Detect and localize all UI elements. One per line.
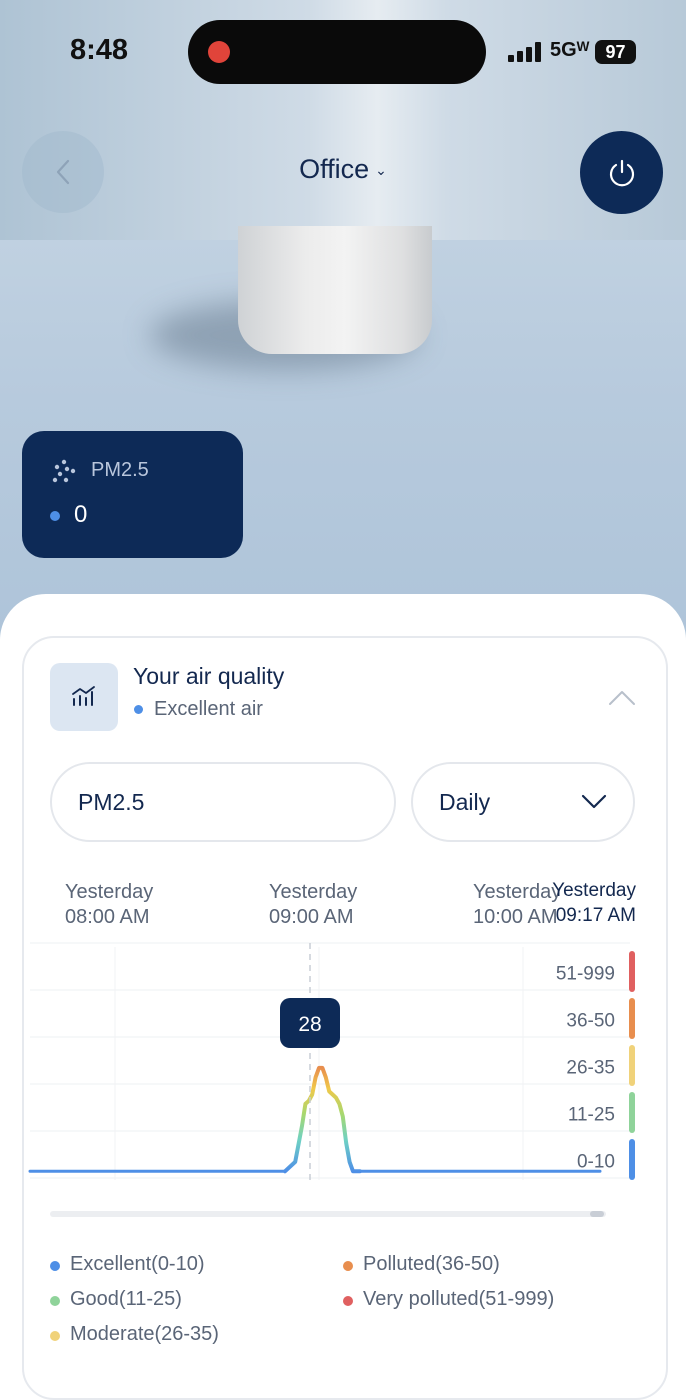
y-band-color-bar: [629, 951, 635, 992]
legend-label: Very polluted(51-999): [363, 1288, 555, 1310]
value-tooltip: 28: [280, 998, 340, 1048]
legend-dot: [50, 1296, 60, 1306]
chart-scroll-thumb[interactable]: [590, 1211, 604, 1217]
air-quality-icon-box: [50, 663, 118, 731]
network-type: 5Gᵂ: [550, 39, 590, 61]
air-quality-status: Excellent air: [154, 698, 263, 720]
current-time-day: Yesterday: [552, 880, 636, 901]
time-label-time: 09:00 AM: [269, 906, 354, 928]
time-label: Yesterday 09:00 AM: [269, 880, 357, 930]
status-time: 8:48: [70, 34, 129, 66]
y-band-label: 51-999: [556, 964, 615, 985]
y-band-color-bar: [629, 998, 635, 1039]
sensor-value: 0: [74, 501, 88, 528]
power-button[interactable]: [580, 131, 663, 214]
series-line-peak: [283, 1065, 362, 1174]
chevron-down-icon: ⌄: [375, 162, 387, 179]
y-band-label: 0-10: [577, 1152, 615, 1173]
air-purifier-image: [238, 226, 432, 354]
power-icon: [609, 159, 634, 186]
metric-selector[interactable]: PM2.5: [50, 762, 396, 842]
time-label: Yesterday 08:00 AM: [65, 880, 153, 930]
y-band-color-bar: [629, 1045, 635, 1086]
y-band-label: 11-25: [568, 1105, 615, 1126]
recording-indicator-icon: [208, 41, 230, 63]
chevron-down-icon: [581, 794, 607, 809]
status-dot: [134, 705, 143, 714]
legend-dot: [343, 1261, 353, 1271]
chart-trend-icon: [72, 686, 95, 706]
room-name: Office: [299, 154, 370, 184]
legend-dot: [50, 1331, 60, 1341]
particles-icon: [52, 459, 76, 483]
legend-label: Moderate(26-35): [70, 1323, 219, 1345]
legend-label: Good(11-25): [70, 1288, 182, 1310]
battery-icon: 97: [595, 40, 636, 64]
chevron-up-icon[interactable]: [608, 688, 636, 706]
air-quality-chart[interactable]: 0-10 11-25 26-35 36-50 51-999 28: [28, 935, 650, 1195]
pm25-sensor-card[interactable]: PM2.5 0: [22, 431, 243, 558]
dynamic-island: [188, 20, 486, 84]
air-quality-title: Your air quality: [133, 663, 285, 689]
period-dropdown[interactable]: Daily: [411, 762, 635, 842]
status-dot: [50, 511, 60, 521]
legend-dot: [50, 1261, 60, 1271]
y-band-label: 26-35: [566, 1058, 615, 1079]
y-band-label: 36-50: [566, 1011, 615, 1032]
legend-label: Excellent(0-10): [70, 1253, 205, 1275]
current-time-label: Yesterday 09:17 AM: [528, 878, 636, 928]
y-band-color-bar: [629, 1139, 635, 1180]
legend-dot: [343, 1296, 353, 1306]
y-band-color-bar: [629, 1092, 635, 1133]
sensor-label: PM2.5: [91, 459, 149, 481]
time-label-time: 08:00 AM: [65, 906, 150, 928]
time-label-day: Yesterday: [269, 881, 358, 903]
tooltip-value: 28: [298, 1013, 321, 1036]
status-bar: 8:48 5Gᵂ 97: [0, 0, 686, 100]
time-label-day: Yesterday: [65, 881, 154, 903]
chart-scroll-track[interactable]: [50, 1211, 606, 1217]
legend-label: Polluted(36-50): [363, 1253, 500, 1275]
metric-label: PM2.5: [78, 789, 145, 815]
cellular-signal-icon: [508, 42, 542, 62]
period-label: Daily: [439, 789, 491, 815]
current-time-time: 09:17 AM: [555, 905, 636, 926]
battery-level: 97: [605, 42, 626, 62]
